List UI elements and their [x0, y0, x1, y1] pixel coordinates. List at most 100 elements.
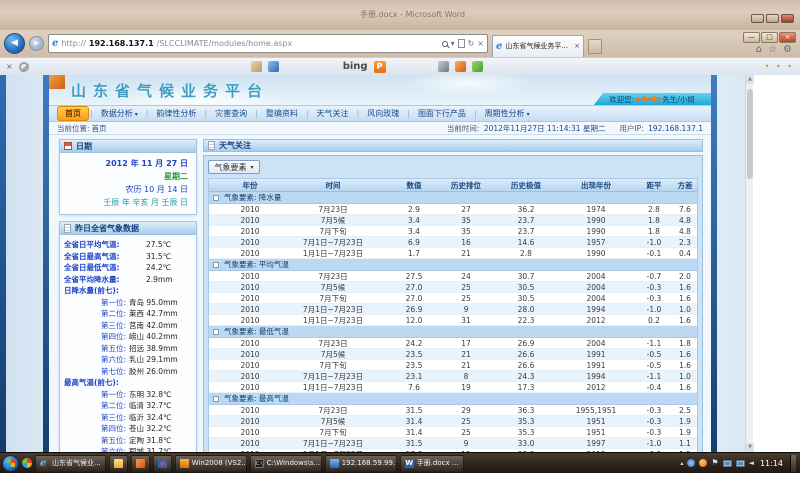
launcher-icon[interactable]: [22, 458, 32, 468]
table-cell: 7月1日~7月23日: [275, 237, 391, 248]
addon-icon[interactable]: [472, 61, 483, 72]
show-desktop-button[interactable]: [790, 455, 796, 472]
taskbar-button-7[interactable]: 192.168.59.99...: [325, 455, 397, 472]
mail-icon[interactable]: [268, 61, 279, 72]
table-row[interactable]: 20107月1日~7月23日23.1824.31994-1.11.0: [209, 371, 697, 382]
start-button[interactable]: [2, 455, 19, 472]
camera-icon[interactable]: [438, 61, 449, 72]
table-row[interactable]: 20107月下旬31.42535.31951-0.31.9: [209, 427, 697, 438]
table-row[interactable]: 20107月1日~7月23日31.5933.01997-1.01.1: [209, 438, 697, 449]
nav-item-6[interactable]: 天气关注: [310, 107, 356, 120]
speaker-icon[interactable]: ◄: [749, 459, 754, 467]
table-group-header[interactable]: 气象要素: 最低气温: [209, 326, 697, 338]
stop-icon[interactable]: ×: [477, 39, 484, 48]
table-row[interactable]: 20107月5候3.43523.719901.84.8: [209, 215, 697, 226]
new-tab-button[interactable]: [588, 39, 602, 54]
nav-item-1[interactable]: 首页: [57, 106, 89, 121]
firefox-icon[interactable]: [699, 459, 707, 467]
search-icon[interactable]: [442, 41, 448, 47]
maximize-icon[interactable]: □: [761, 32, 778, 43]
table-row[interactable]: 20107月下旬23.52126.61991-0.51.6: [209, 360, 697, 371]
table-group-header[interactable]: 气象要素: 降水量: [209, 192, 697, 204]
gear-icon[interactable]: ⚙: [783, 44, 792, 55]
taskbar-button-1[interactable]: e山东省气候业...: [35, 455, 106, 472]
table-row[interactable]: 20107月5候23.52126.61991-0.51.6: [209, 349, 697, 360]
table-cell: 19: [437, 383, 495, 392]
checkbox[interactable]: [213, 195, 219, 201]
checkbox[interactable]: [213, 262, 219, 268]
bing-logo[interactable]: bing: [343, 61, 368, 72]
taskbar-button-2[interactable]: [109, 455, 128, 472]
ranking-item: 第四位:苍山 32.2℃: [64, 423, 193, 435]
table-row[interactable]: 20107月5候27.02530.52004-0.31.6: [209, 282, 697, 293]
table-row[interactable]: 20107月23日2.92736.219742.87.6: [209, 204, 697, 215]
table-cell: 2.8: [635, 205, 673, 214]
maximize-icon[interactable]: [766, 14, 779, 23]
taskbar-button-6[interactable]: C:\C:\Windows\s...: [250, 455, 322, 472]
forward-button[interactable]: ▶: [29, 36, 44, 51]
rank-value: 崂山 40.2mm: [129, 331, 178, 343]
browser-command-row: × bing P • • •: [0, 57, 800, 75]
table-row[interactable]: 20107月1日~7月23日26.9928.01994-1.01.0: [209, 304, 697, 315]
taskbar-button-8[interactable]: W手册.docx ...: [400, 455, 464, 472]
table-row[interactable]: 20107月下旬27.02530.52004-0.31.6: [209, 293, 697, 304]
taskbar-button-3[interactable]: [131, 455, 150, 472]
background-window-title: 手册.docx - Microsoft Word: [360, 9, 465, 20]
nav-item-5[interactable]: 整编资料: [259, 107, 305, 120]
back-button[interactable]: ◀: [4, 33, 25, 54]
address-bar[interactable]: e http://192.168.137.1/SLCCLIMATE/module…: [48, 34, 488, 53]
table-group-header[interactable]: 气象要素: 最高气温: [209, 393, 697, 405]
minimize-icon[interactable]: [751, 14, 764, 23]
table-row[interactable]: 20107月23日24.21726.92004-1.11.8: [209, 338, 697, 349]
bing-badge-icon[interactable]: P: [374, 61, 386, 73]
taskbar-button-4[interactable]: [153, 455, 172, 472]
compatibility-icon[interactable]: [458, 39, 465, 48]
tray-expand-icon[interactable]: ▴: [680, 460, 683, 467]
close-icon[interactable]: ×: [779, 32, 796, 43]
nav-item-2[interactable]: 数据分析▾: [94, 107, 145, 120]
taskbar-button-5[interactable]: Win2008 (VS2...: [175, 455, 247, 472]
table-row[interactable]: 20107月1日~7月23日6.91614.61957-1.02.3: [209, 237, 697, 248]
table-cell: 27.0: [391, 294, 437, 303]
tab-close-icon[interactable]: ×: [574, 42, 580, 50]
favorites-star-icon[interactable]: ☆: [768, 44, 777, 55]
table-row[interactable]: 20101月1日~7月23日12.03122.320120.21.6: [209, 315, 697, 326]
element-filter-button[interactable]: 气象要素 ▾: [208, 160, 260, 174]
table-group-header[interactable]: 气象要素: 平均气温: [209, 259, 697, 271]
table-row[interactable]: 20101月1日~7月23日7.61917.32012-0.41.6: [209, 382, 697, 393]
scroll-up-icon[interactable]: ▲: [746, 75, 754, 84]
display-icon[interactable]: [736, 460, 745, 467]
close-icon[interactable]: [781, 14, 794, 23]
nav-item-9[interactable]: 周期性分析▾: [478, 107, 537, 120]
nav-item-4[interactable]: 灾害查询: [208, 107, 254, 120]
taskbar-clock[interactable]: 11:14: [760, 459, 783, 468]
nav-item-7[interactable]: 风向玫瑰: [360, 107, 406, 120]
checkbox[interactable]: [213, 329, 219, 335]
action-center-flag-icon[interactable]: ⚑: [711, 459, 718, 467]
more-options-icon[interactable]: • • •: [765, 62, 794, 71]
photo-icon[interactable]: [251, 61, 262, 72]
checkbox[interactable]: [213, 396, 219, 402]
nav-item-8[interactable]: 图面下行产品: [411, 107, 473, 120]
table-row[interactable]: 20107月5候31.42535.31951-0.31.9: [209, 416, 697, 427]
chevron-down-icon[interactable]: ▾: [451, 39, 455, 48]
network-globe-icon[interactable]: [687, 459, 695, 467]
home-icon[interactable]: ⌂: [756, 44, 762, 55]
refresh-icon[interactable]: ↻: [468, 39, 475, 48]
paw-icon[interactable]: [455, 61, 466, 72]
scroll-down-icon[interactable]: ▼: [746, 443, 754, 452]
scrollbar-thumb[interactable]: [747, 89, 753, 179]
table-row[interactable]: 20101月1日~7月23日1.7212.81990-0.10.4: [209, 248, 697, 259]
table-row[interactable]: 20107月23日27.52430.72004-0.72.0: [209, 271, 697, 282]
table-row[interactable]: 20107月下旬3.43523.719901.84.8: [209, 226, 697, 237]
minimize-icon[interactable]: —: [743, 32, 760, 43]
breadcrumb-value[interactable]: 首页: [92, 123, 107, 134]
weather-panel-header: 昨日全省气象数据: [60, 222, 196, 235]
browser-tab[interactable]: e 山东省气候业务平... ×: [492, 35, 584, 57]
nav-item-3[interactable]: 韵律性分析: [149, 107, 203, 120]
toolbar-close-icon[interactable]: ×: [6, 62, 13, 71]
cmd-icon: C:\: [255, 459, 264, 468]
network-monitor-icon[interactable]: [723, 460, 732, 467]
table-row[interactable]: 20107月23日31.52936.31955,1951-0.32.5: [209, 405, 697, 416]
vertical-scrollbar[interactable]: ▲ ▼: [745, 75, 753, 452]
